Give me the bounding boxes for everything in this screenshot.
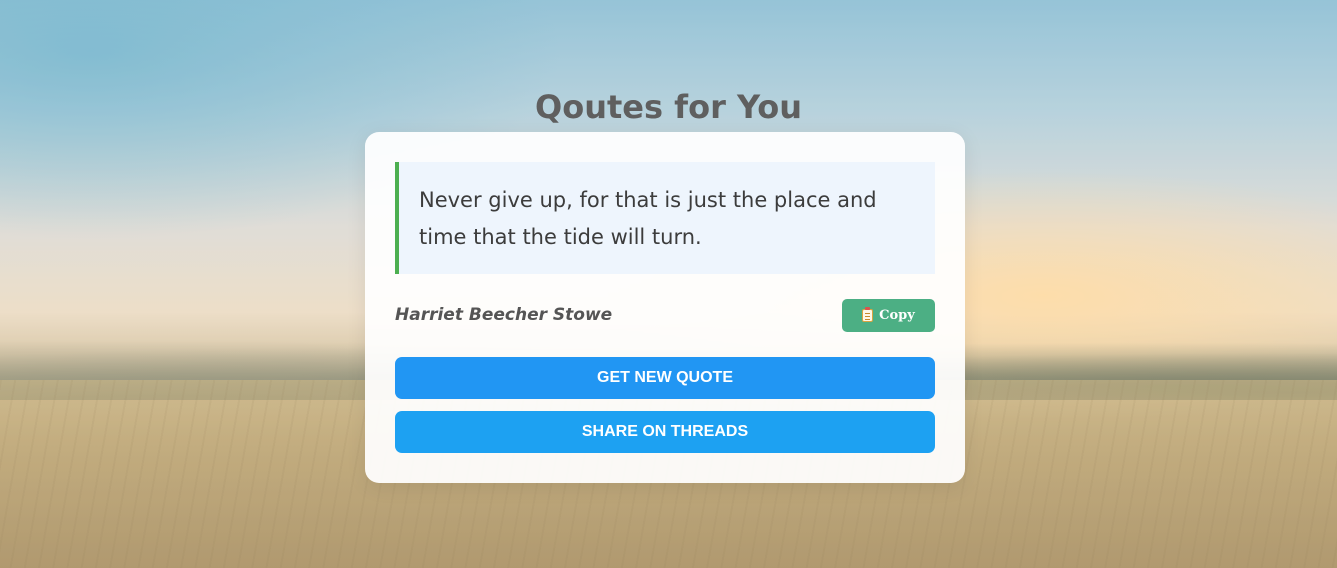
quote-author: Harriet Beecher Stowe — [395, 305, 613, 325]
get-new-quote-button[interactable]: GET NEW QUOTE — [395, 357, 935, 399]
clipboard-icon — [862, 307, 874, 322]
page-title: Qoutes for You — [535, 88, 802, 126]
copy-button[interactable]: Copy — [842, 299, 935, 332]
quote-box: Never give up, for that is just the plac… — [395, 162, 935, 274]
quote-text: Never give up, for that is just the plac… — [419, 188, 877, 249]
quote-card: Never give up, for that is just the plac… — [365, 132, 965, 483]
share-on-threads-button[interactable]: SHARE ON THREADS — [395, 411, 935, 453]
copy-button-label: Copy — [879, 308, 915, 323]
